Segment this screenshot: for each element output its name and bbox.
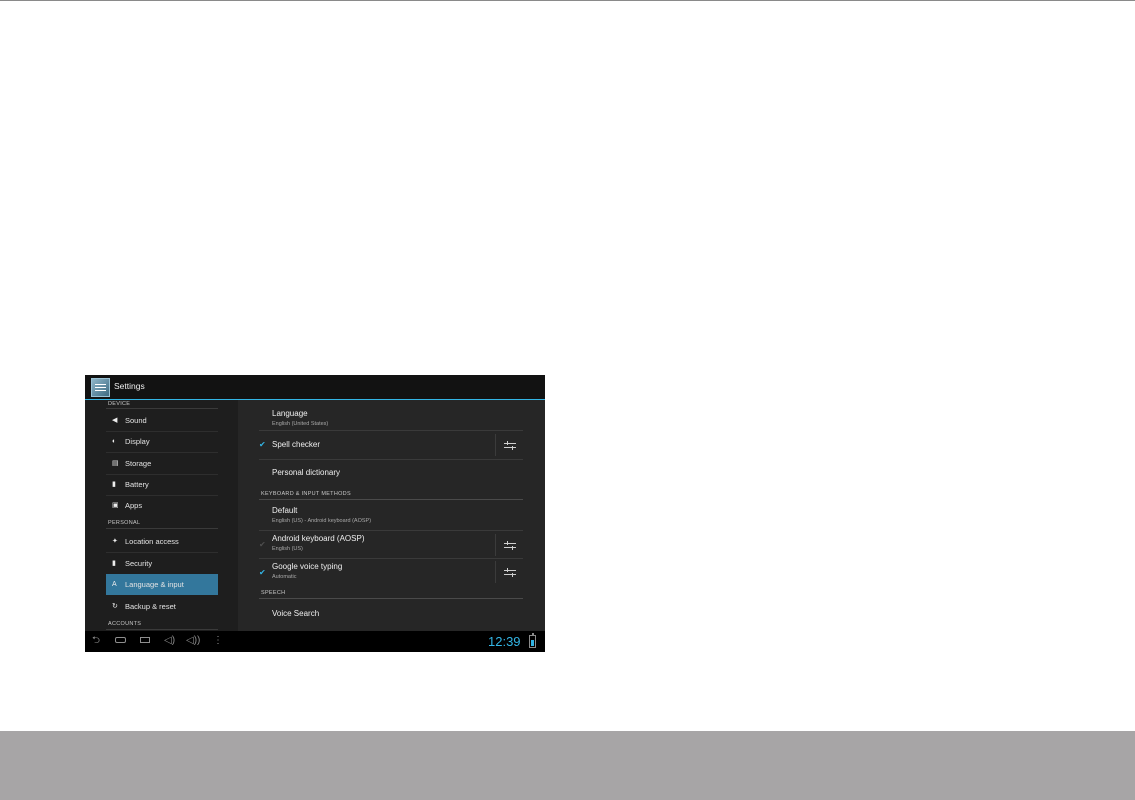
sidebar-item-language-input[interactable]: A Language & input bbox=[106, 574, 218, 595]
sidebar-item-display[interactable]: ◐ Display bbox=[106, 431, 218, 452]
sidebar-item-label: Backup & reset bbox=[125, 602, 176, 611]
sidebar-item-label: Language & input bbox=[125, 580, 184, 589]
home-icon[interactable] bbox=[115, 637, 126, 643]
section-header-speech: SPEECH bbox=[261, 590, 286, 596]
lock-icon: ▮ bbox=[112, 560, 116, 567]
section-header-device: DEVICE bbox=[108, 401, 131, 407]
status-clock: 12:39 bbox=[488, 634, 521, 649]
recents-icon[interactable] bbox=[140, 637, 150, 643]
voice-search-title: Voice Search bbox=[272, 609, 320, 618]
section-divider bbox=[106, 408, 218, 409]
section-header-personal: PERSONAL bbox=[108, 520, 141, 526]
sidebar-item-storage[interactable]: ▤ Storage bbox=[106, 453, 218, 474]
sidebar-item-label: Storage bbox=[125, 459, 152, 468]
sidebar-item-label: Display bbox=[125, 437, 150, 446]
bottom-band bbox=[0, 731, 1135, 800]
section-divider bbox=[259, 598, 523, 599]
top-rule bbox=[0, 0, 1135, 1]
speaker-icon: ◀ bbox=[112, 417, 118, 424]
sidebar-item-battery[interactable]: ▮ Battery bbox=[106, 474, 218, 495]
android-keyboard-summary: English (US) bbox=[272, 546, 303, 552]
sidebar-item-label: Sound bbox=[125, 416, 147, 425]
section-header-keyboard: KEYBOARD & INPUT METHODS bbox=[261, 491, 351, 497]
section-header-accounts: ACCOUNTS bbox=[108, 621, 142, 627]
display-icon: ◐ bbox=[112, 438, 117, 445]
sidebar-item-sound[interactable]: ◀ Sound bbox=[106, 410, 218, 431]
settings-sidebar: DEVICE ◀ Sound ◐ Display ▤ Storage ▮ Bat… bbox=[85, 400, 238, 631]
personal-dictionary-title: Personal dictionary bbox=[272, 468, 341, 477]
android-keyboard-checkbox: ✔ bbox=[259, 540, 266, 549]
apps-icon: ▣ bbox=[112, 502, 119, 509]
sidebar-item-label: Location access bbox=[125, 537, 179, 546]
section-divider bbox=[259, 499, 523, 500]
sidebar-item-apps[interactable]: ▣ Apps bbox=[106, 495, 218, 516]
language-icon: A bbox=[112, 581, 117, 588]
battery-icon: ▮ bbox=[112, 481, 116, 488]
spell-checker-title: Spell checker bbox=[272, 440, 321, 449]
android-keyboard-title: Android keyboard (AOSP) bbox=[272, 534, 365, 543]
system-navigation-bar: ⮌ ◁) ◁)) ⋮ 12:39 bbox=[85, 631, 545, 652]
location-icon: ✦ bbox=[112, 538, 118, 545]
sidebar-item-label: Battery bbox=[125, 480, 149, 489]
spell-checker-setting[interactable]: ✔ Spell checker bbox=[259, 431, 523, 459]
language-title: Language bbox=[272, 409, 308, 418]
menu-icon[interactable]: ⋮ bbox=[213, 636, 223, 646]
section-divider bbox=[106, 629, 218, 630]
default-keyboard-setting[interactable]: Default English (US) - Android keyboard … bbox=[259, 503, 523, 529]
android-keyboard-setting[interactable]: ✔ Android keyboard (AOSP) English (US) bbox=[259, 531, 523, 558]
google-voice-typing-setting[interactable]: ✔ Google voice typing Automatic bbox=[259, 559, 523, 586]
google-voice-typing-title: Google voice typing bbox=[272, 562, 343, 571]
vertical-divider bbox=[495, 534, 496, 556]
language-summary: English (United States) bbox=[272, 421, 329, 427]
battery-status-icon bbox=[529, 633, 536, 648]
sidebar-item-security[interactable]: ▮ Security bbox=[106, 553, 218, 574]
personal-dictionary-setting[interactable]: Personal dictionary bbox=[259, 460, 523, 484]
android-keyboard-settings-icon[interactable] bbox=[504, 541, 516, 551]
google-voice-typing-checkbox[interactable]: ✔ bbox=[259, 569, 267, 577]
sidebar-item-label: Security bbox=[125, 559, 153, 568]
vertical-divider bbox=[495, 434, 496, 456]
settings-app-icon[interactable] bbox=[91, 378, 110, 397]
backup-icon: ↻ bbox=[112, 603, 118, 610]
volume-down-icon[interactable]: ◁) bbox=[164, 636, 175, 646]
sidebar-item-location-access[interactable]: ✦ Location access bbox=[106, 531, 218, 552]
tablet-screenshot: Settings DEVICE ◀ Sound ◐ Display ▤ Stor… bbox=[85, 375, 545, 652]
default-summary: English (US) - Android keyboard (AOSP) bbox=[272, 518, 372, 524]
vertical-divider bbox=[495, 561, 496, 583]
app-title: Settings bbox=[114, 381, 145, 391]
language-setting[interactable]: Language English (United States) bbox=[259, 406, 523, 430]
language-input-panel: Language English (United States) ✔ Spell… bbox=[238, 400, 545, 631]
spell-checker-settings-icon[interactable] bbox=[504, 441, 516, 451]
google-voice-typing-summary: Automatic bbox=[272, 574, 297, 580]
spell-checker-checkbox[interactable]: ✔ bbox=[259, 441, 267, 449]
storage-icon: ▤ bbox=[112, 460, 119, 467]
section-divider bbox=[106, 528, 218, 529]
voice-search-setting[interactable]: Voice Search bbox=[259, 603, 523, 627]
back-icon[interactable]: ⮌ bbox=[92, 636, 100, 646]
sidebar-item-label: Apps bbox=[125, 501, 143, 510]
action-bar: Settings bbox=[85, 375, 545, 400]
default-title: Default bbox=[272, 506, 298, 515]
sidebar-item-backup-reset[interactable]: ↻ Backup & reset bbox=[106, 596, 218, 617]
google-voice-settings-icon[interactable] bbox=[504, 568, 516, 578]
volume-up-icon[interactable]: ◁)) bbox=[186, 636, 200, 646]
